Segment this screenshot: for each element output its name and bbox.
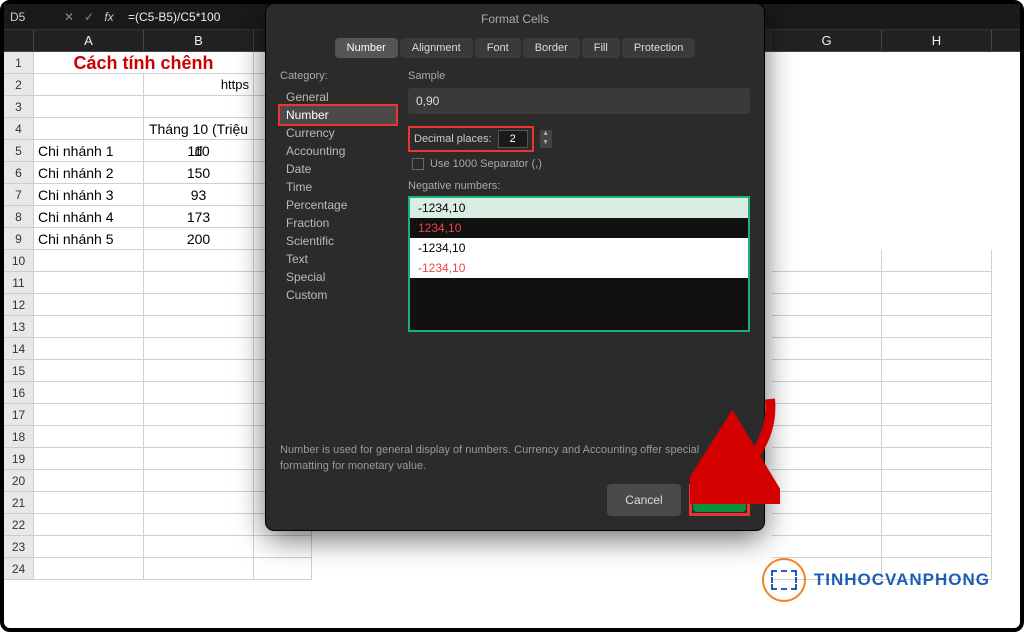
- category-label: Category:: [280, 70, 396, 82]
- thousand-separator-label: Use 1000 Separator (,): [430, 158, 542, 170]
- chevron-up-icon[interactable]: ▲: [540, 130, 552, 139]
- tab-protection[interactable]: Protection: [622, 38, 696, 58]
- row-header[interactable]: 15: [4, 360, 34, 382]
- sample-label: Sample: [408, 70, 750, 82]
- tab-fill[interactable]: Fill: [582, 38, 620, 58]
- cell[interactable]: Chi nhánh 1: [34, 140, 144, 162]
- category-item-text[interactable]: Text: [280, 250, 396, 268]
- thousand-separator-checkbox[interactable]: [412, 158, 424, 170]
- row-header[interactable]: 4: [4, 118, 34, 140]
- row-header[interactable]: 24: [4, 558, 34, 580]
- negative-option[interactable]: -1234,10: [410, 238, 748, 258]
- row-header[interactable]: 21: [4, 492, 34, 514]
- row-header[interactable]: 5: [4, 140, 34, 162]
- cell[interactable]: 93: [144, 184, 254, 206]
- category-item-special[interactable]: Special: [280, 268, 396, 286]
- row-header[interactable]: 22: [4, 514, 34, 536]
- category-item-time[interactable]: Time: [280, 178, 396, 196]
- decimal-places-label: Decimal places:: [414, 133, 492, 145]
- cell[interactable]: Chi nhánh 4: [34, 206, 144, 228]
- watermark-logo-icon: [762, 558, 806, 602]
- tab-number[interactable]: Number: [335, 38, 398, 58]
- dialog-title: Format Cells: [266, 4, 764, 38]
- cell[interactable]: 110: [144, 140, 254, 162]
- confirm-formula-icon[interactable]: ✓: [82, 10, 96, 24]
- negative-numbers-label: Negative numbers:: [408, 180, 750, 192]
- category-item-percentage[interactable]: Percentage: [280, 196, 396, 214]
- category-item-date[interactable]: Date: [280, 160, 396, 178]
- category-item-currency[interactable]: Currency: [280, 124, 396, 142]
- col-header[interactable]: G: [772, 30, 882, 51]
- name-box[interactable]: D5: [4, 10, 56, 24]
- cell[interactable]: 200: [144, 228, 254, 250]
- cell[interactable]: Chi nhánh 3: [34, 184, 144, 206]
- cell-subtitle[interactable]: https: [144, 74, 254, 96]
- chevron-down-icon[interactable]: ▼: [540, 139, 552, 148]
- row-header[interactable]: 14: [4, 338, 34, 360]
- col-header[interactable]: H: [882, 30, 992, 51]
- tab-border[interactable]: Border: [523, 38, 580, 58]
- cancel-formula-icon[interactable]: ✕: [62, 10, 76, 24]
- row-header[interactable]: 13: [4, 316, 34, 338]
- row-header[interactable]: 16: [4, 382, 34, 404]
- category-list[interactable]: General Number Currency Accounting Date …: [280, 88, 396, 304]
- tab-font[interactable]: Font: [475, 38, 521, 58]
- row-header[interactable]: 11: [4, 272, 34, 294]
- negative-option[interactable]: 1234,10: [410, 218, 748, 238]
- row-header[interactable]: 18: [4, 426, 34, 448]
- row-header[interactable]: 20: [4, 470, 34, 492]
- ok-button[interactable]: OK: [693, 488, 746, 512]
- decimal-places-input[interactable]: 2: [498, 130, 528, 148]
- negative-numbers-list[interactable]: -1234,10 1234,10 -1234,10 -1234,10: [408, 196, 750, 332]
- cell[interactable]: 173: [144, 206, 254, 228]
- negative-option[interactable]: -1234,10: [410, 258, 748, 278]
- watermark-text: TINHOCVANPHONG: [814, 570, 990, 590]
- cell-title[interactable]: Cách tính chênh: [34, 52, 254, 74]
- row-header[interactable]: 6: [4, 162, 34, 184]
- cell[interactable]: Chi nhánh 5: [34, 228, 144, 250]
- row-header[interactable]: 7: [4, 184, 34, 206]
- row-header[interactable]: 19: [4, 448, 34, 470]
- tab-alignment[interactable]: Alignment: [400, 38, 473, 58]
- cell[interactable]: Chi nhánh 2: [34, 162, 144, 184]
- fx-icon[interactable]: fx: [102, 10, 116, 24]
- negative-option[interactable]: -1234,10: [410, 198, 748, 218]
- sample-value: 0,90: [408, 88, 750, 114]
- category-item-scientific[interactable]: Scientific: [280, 232, 396, 250]
- watermark: TINHOCVANPHONG: [762, 558, 990, 602]
- dialog-description: Number is used for general display of nu…: [280, 443, 750, 474]
- row-header[interactable]: 1: [4, 52, 34, 74]
- format-cells-dialog: Format Cells Number Alignment Font Borde…: [266, 4, 764, 530]
- category-item-number[interactable]: Number: [278, 104, 398, 126]
- row-header[interactable]: 12: [4, 294, 34, 316]
- row-header[interactable]: 10: [4, 250, 34, 272]
- formula-input[interactable]: =(C5-B5)/C5*100: [122, 10, 220, 24]
- row-header[interactable]: 23: [4, 536, 34, 558]
- row-header[interactable]: 2: [4, 74, 34, 96]
- row-header[interactable]: 17: [4, 404, 34, 426]
- dialog-tabs: Number Alignment Font Border Fill Protec…: [266, 38, 764, 58]
- cell-header[interactable]: Tháng 10 (Triệu đ: [144, 118, 254, 140]
- cell[interactable]: 150: [144, 162, 254, 184]
- category-item-accounting[interactable]: Accounting: [280, 142, 396, 160]
- row-header[interactable]: 3: [4, 96, 34, 118]
- row-header[interactable]: 8: [4, 206, 34, 228]
- category-item-custom[interactable]: Custom: [280, 286, 396, 304]
- decimal-stepper[interactable]: ▲▼: [540, 130, 552, 148]
- category-item-fraction[interactable]: Fraction: [280, 214, 396, 232]
- row-header[interactable]: 9: [4, 228, 34, 250]
- cancel-button[interactable]: Cancel: [607, 484, 680, 516]
- col-header[interactable]: A: [34, 30, 144, 51]
- col-header[interactable]: B: [144, 30, 254, 51]
